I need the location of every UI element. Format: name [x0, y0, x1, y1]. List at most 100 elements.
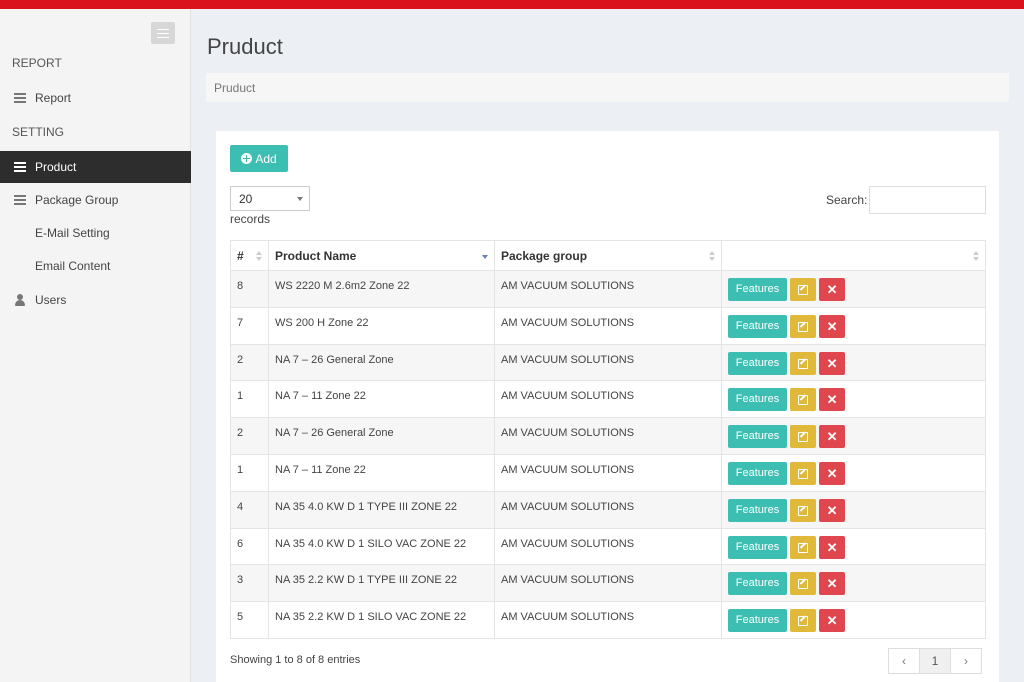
delete-icon[interactable]: ✕: [819, 351, 846, 375]
package-group: AM VACUUM SOLUTIONS: [494, 564, 722, 603]
row-number: 2: [230, 343, 269, 382]
package-group: AM VACUUM SOLUTIONS: [494, 527, 722, 566]
delete-icon[interactable]: ✕: [819, 572, 846, 596]
package-group: AM VACUUM SOLUTIONS: [494, 490, 722, 529]
row-actions: Features ✕: [721, 490, 986, 529]
chevron-down-icon: [297, 197, 303, 201]
product-name: NA 7 – 26 General Zone: [268, 417, 495, 455]
table-row: 3 NA 35 2.2 KW D 1 TYPE III ZONE 22 AM V…: [230, 564, 986, 603]
row-number: 3: [230, 564, 269, 603]
edit-icon[interactable]: [790, 461, 817, 485]
sidebar-item-report[interactable]: Report: [0, 82, 191, 114]
sidebar-item-product[interactable]: Product: [0, 151, 191, 183]
product-name: WS 2220 M 2.6m2 Zone 22: [268, 270, 495, 308]
sidebar-item-label: Package Group: [35, 193, 119, 207]
table-header-row: # Product Name Package group: [230, 240, 986, 271]
list-icon: [14, 195, 26, 205]
sidebar-item-label: Report: [35, 91, 72, 105]
delete-icon[interactable]: ✕: [819, 278, 846, 301]
features-button[interactable]: Features: [728, 461, 787, 485]
sidebar-item-users[interactable]: Users: [0, 284, 191, 316]
row-actions: Features ✕: [721, 417, 986, 455]
delete-icon[interactable]: ✕: [819, 314, 846, 338]
row-number: 5: [230, 601, 269, 639]
edit-icon[interactable]: [790, 498, 817, 522]
sidebar-section-setting: SETTING: [12, 125, 65, 139]
row-actions: Features ✕: [721, 306, 986, 345]
features-button[interactable]: Features: [728, 498, 787, 522]
row-number: 7: [230, 306, 269, 345]
product-name: NA 35 4.0 KW D 1 SILO VAC ZONE 22: [268, 527, 495, 566]
package-group: AM VACUUM SOLUTIONS: [494, 417, 722, 455]
product-name: NA 7 – 11 Zone 22: [268, 453, 495, 492]
sidebar-item-email-setting[interactable]: E-Mail Setting: [0, 217, 191, 249]
product-name: NA 35 2.2 KW D 1 SILO VAC ZONE 22: [268, 601, 495, 639]
package-group: AM VACUUM SOLUTIONS: [494, 453, 722, 492]
row-actions: Features ✕: [721, 453, 986, 492]
pagination-prev-button[interactable]: ‹: [888, 648, 920, 674]
search-input[interactable]: [869, 186, 986, 214]
features-button[interactable]: Features: [728, 314, 787, 338]
product-name: NA 7 – 26 General Zone: [268, 343, 495, 382]
sort-icon: [973, 251, 979, 261]
records-label: records: [230, 212, 271, 226]
edit-icon[interactable]: [790, 351, 817, 375]
records-per-page-select[interactable]: 20: [230, 186, 310, 211]
edit-icon[interactable]: [790, 425, 817, 449]
features-button[interactable]: Features: [728, 425, 787, 449]
sidebar-item-label: Product: [35, 160, 77, 174]
sort-icon: [256, 251, 262, 261]
breadcrumb: Pruduct: [206, 73, 1009, 102]
table-row: 1 NA 7 – 11 Zone 22 AM VACUUM SOLUTIONS …: [230, 453, 986, 492]
pagination-next-button[interactable]: ›: [950, 648, 982, 674]
edit-icon[interactable]: [790, 388, 817, 412]
package-group: AM VACUUM SOLUTIONS: [494, 306, 722, 345]
column-header-package-group[interactable]: Package group: [494, 240, 722, 271]
delete-icon[interactable]: ✕: [819, 498, 846, 522]
delete-icon[interactable]: ✕: [819, 388, 846, 412]
sidebar-toggle-button[interactable]: [151, 22, 175, 44]
delete-icon[interactable]: ✕: [819, 425, 846, 449]
product-name: NA 7 – 11 Zone 22: [268, 380, 495, 419]
row-actions: Features ✕: [721, 380, 986, 419]
page-title: Pruduct: [207, 34, 283, 59]
product-name: NA 35 4.0 KW D 1 TYPE III ZONE 22: [268, 490, 495, 529]
sidebar-item-label: E-Mail Setting: [35, 226, 110, 240]
delete-icon[interactable]: ✕: [819, 609, 846, 633]
edit-icon[interactable]: [790, 572, 817, 596]
edit-icon[interactable]: [790, 609, 817, 633]
records-per-page-value: 20: [239, 192, 253, 206]
pagination: ‹ 1 ›: [888, 648, 982, 674]
features-button[interactable]: Features: [728, 278, 787, 301]
table-row: 6 NA 35 4.0 KW D 1 SILO VAC ZONE 22 AM V…: [230, 527, 986, 566]
search-label: Search:: [826, 193, 868, 207]
row-number: 6: [230, 527, 269, 566]
pagination-page-1[interactable]: 1: [919, 648, 951, 674]
sidebar-item-label: Users: [35, 293, 67, 307]
table-row: 7 WS 200 H Zone 22 AM VACUUM SOLUTIONS F…: [230, 306, 986, 345]
delete-icon[interactable]: ✕: [819, 535, 846, 559]
features-button[interactable]: Features: [728, 609, 787, 633]
table-row: 2 NA 7 – 26 General Zone AM VACUUM SOLUT…: [230, 417, 986, 455]
table-row: 4 NA 35 4.0 KW D 1 TYPE III ZONE 22 AM V…: [230, 490, 986, 529]
product-name: NA 35 2.2 KW D 1 TYPE III ZONE 22: [268, 564, 495, 603]
column-header-number[interactable]: #: [230, 240, 269, 271]
features-button[interactable]: Features: [728, 572, 787, 596]
row-actions: Features ✕: [721, 527, 986, 566]
column-header-product-name[interactable]: Product Name: [268, 240, 495, 271]
sidebar-item-package-group[interactable]: Package Group: [0, 184, 191, 216]
sidebar-item-label: Email Content: [35, 259, 111, 273]
edit-icon[interactable]: [790, 278, 817, 301]
list-icon: [14, 93, 26, 103]
edit-icon[interactable]: [790, 314, 817, 338]
edit-icon[interactable]: [790, 535, 817, 559]
features-button[interactable]: Features: [728, 535, 787, 559]
features-button[interactable]: Features: [728, 351, 787, 375]
add-button[interactable]: Add: [230, 145, 288, 172]
features-button[interactable]: Features: [728, 388, 787, 412]
delete-icon[interactable]: ✕: [819, 461, 846, 485]
sidebar-item-email-content[interactable]: Email Content: [0, 250, 191, 282]
sidebar-section-report: REPORT: [12, 56, 62, 70]
row-number: 1: [230, 380, 269, 419]
column-header-actions[interactable]: [721, 240, 986, 271]
